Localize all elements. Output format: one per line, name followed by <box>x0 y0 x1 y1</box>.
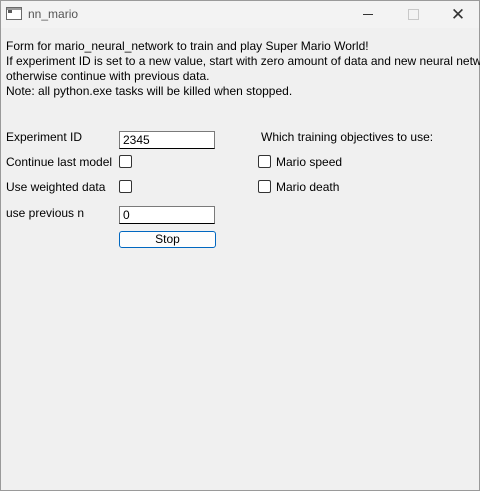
use-previous-n-input[interactable]: 0 <box>119 206 215 224</box>
use-weighted-data-label: Use weighted data <box>6 180 106 194</box>
title-bar[interactable]: nn_mario ✕ <box>1 1 479 28</box>
description-line: otherwise continue with previous data. <box>6 69 210 83</box>
minimize-icon <box>363 14 373 15</box>
close-icon: ✕ <box>450 5 466 24</box>
mario-speed-checkbox[interactable] <box>258 155 271 168</box>
maximize-icon <box>407 9 419 20</box>
maximize-button[interactable] <box>390 1 436 28</box>
use-previous-n-label: use previous n <box>6 206 85 220</box>
close-button[interactable]: ✕ <box>435 1 480 28</box>
objectives-heading: Which training objectives to use: <box>261 130 434 144</box>
mario-death-label: Mario death <box>276 180 340 194</box>
description-line: Note: all python.exe tasks will be kille… <box>6 84 293 98</box>
description-line: If experiment ID is set to a new value, … <box>6 54 480 68</box>
app-window-icon <box>6 7 22 20</box>
stop-button[interactable]: Stop <box>119 231 216 248</box>
mario-death-checkbox[interactable] <box>258 180 271 193</box>
mario-speed-label: Mario speed <box>276 155 343 169</box>
continue-last-model-checkbox[interactable] <box>119 155 132 168</box>
experiment-id-label: Experiment ID <box>6 130 83 144</box>
description-line: Form for mario_neural_network to train a… <box>6 39 369 53</box>
use-weighted-data-checkbox[interactable] <box>119 180 132 193</box>
description: Form for mario_neural_network to train a… <box>6 39 480 99</box>
minimize-button[interactable] <box>345 1 391 28</box>
window-title: nn_mario <box>28 7 79 21</box>
app-window: nn_mario ✕ Form for mario_neural_network… <box>0 0 480 491</box>
continue-last-model-label: Continue last model <box>6 155 113 169</box>
experiment-id-input[interactable]: 2345 <box>119 131 215 149</box>
